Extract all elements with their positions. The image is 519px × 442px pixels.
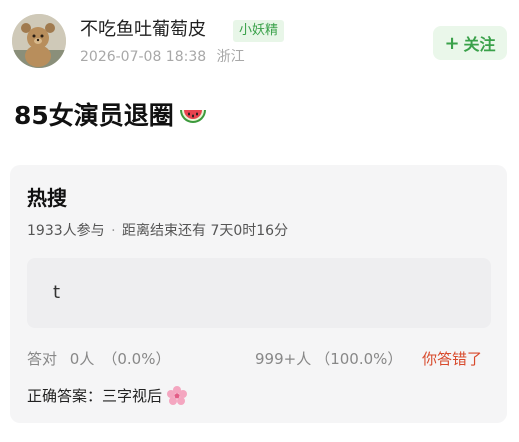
author-avatar[interactable]: [12, 14, 66, 68]
plus-icon: +: [444, 32, 460, 54]
answer-option-text: t: [53, 282, 61, 303]
correct-stat-pct: （0.0%）: [102, 350, 171, 368]
poll-participants: 1933人参与: [27, 223, 105, 239]
correct-answer-row: 正确答案： 三字视后: [27, 385, 188, 407]
correct-stat: 答对 0人 （0.0%）: [27, 349, 170, 369]
watermelon-icon: [179, 110, 206, 123]
result-label: 你答错了: [422, 350, 483, 368]
post-page: 不吃鱼吐葡萄皮 小妖精 2026-07-08 18:38 浙江 + 关注 85女…: [0, 0, 519, 442]
poll-countdown: 距离结束还有 7天0时16分: [122, 223, 289, 239]
author-badge: 小妖精: [233, 20, 285, 42]
poll-title: 热搜: [27, 186, 67, 210]
poll-info: 1933人参与 · 距离结束还有 7天0时16分: [27, 222, 288, 240]
post-date: 2026-07-08 18:38: [80, 49, 207, 65]
answer-option[interactable]: t: [27, 258, 491, 328]
follow-button[interactable]: + 关注: [433, 26, 507, 60]
correct-answer-value: 三字视后: [102, 387, 163, 405]
cherry-blossom-icon: [167, 386, 188, 405]
post-meta: 2026-07-08 18:38 浙江: [80, 48, 245, 66]
post-title-text: 85女演员退圈: [14, 101, 174, 130]
teddy-bear-avatar: [12, 14, 66, 68]
correct-stat-label: 答对: [27, 350, 58, 368]
post-title: 85女演员退圈: [14, 100, 208, 132]
follow-label: 关注: [463, 35, 496, 54]
total-stat-count: 999+人: [255, 350, 312, 368]
author-name[interactable]: 不吃鱼吐葡萄皮: [80, 18, 206, 42]
post-location: 浙江: [216, 49, 245, 65]
total-stat-pct: （100.0%）: [315, 350, 403, 368]
total-stat: 999+人 （100.0%）: [255, 349, 402, 369]
poll-separator: ·: [111, 223, 116, 239]
correct-stat-count: 0人: [69, 350, 95, 368]
correct-answer-label: 正确答案：: [27, 387, 103, 405]
poll-card: 热搜 1933人参与 · 距离结束还有 7天0时16分 t 答对 0人 （0.0%…: [10, 165, 507, 423]
